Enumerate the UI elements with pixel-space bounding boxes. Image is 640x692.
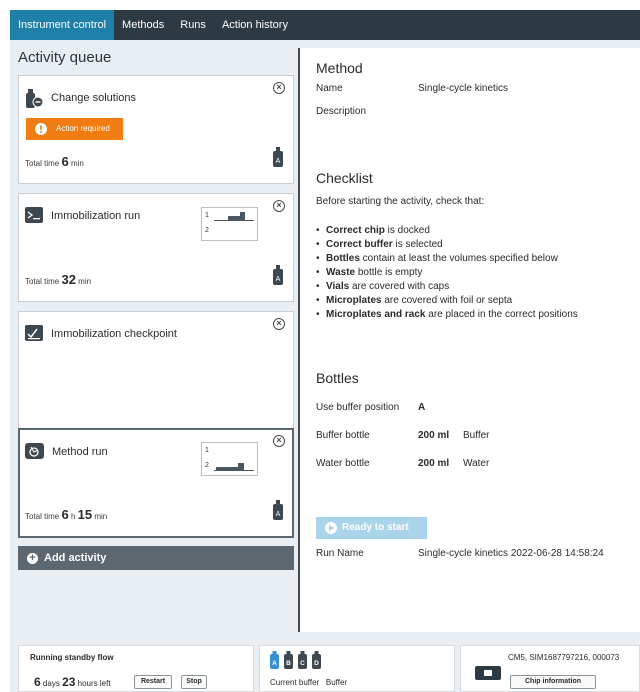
name-value: Single-cycle kinetics [418, 83, 509, 94]
activity-queue-title: Activity queue [18, 49, 112, 66]
immobilization-run-icon [25, 207, 43, 223]
stop-button[interactable]: Stop [181, 675, 207, 689]
run-cycle-graph: 1 2 [201, 207, 258, 241]
top-nav: Instrument control Methods Runs Action h… [10, 10, 640, 40]
svg-text:B: B [286, 660, 291, 667]
svg-text:C: C [300, 660, 305, 667]
activity-card-immobilization-checkpoint[interactable]: Immobilization checkpoint × [18, 311, 294, 429]
run-name-value: Single-cycle kinetics 2022-06-28 14:58:2… [418, 548, 604, 559]
chip-id: CM5, SIM1687797216, 000073 [508, 653, 620, 662]
remaining-time: 6 days 23 hours left [34, 675, 111, 689]
water-bottle-volume: 200 ml [418, 458, 450, 469]
close-icon[interactable]: × [273, 200, 285, 212]
checklist-item: Correct buffer is selected [316, 238, 578, 252]
tab-action-history[interactable]: Action history [214, 10, 296, 40]
total-time: Total time 6 min [25, 154, 84, 169]
card-title: Method run [52, 446, 108, 458]
buffer-b-bottle-icon[interactable]: B [284, 651, 293, 669]
name-label: Name [316, 83, 343, 94]
svg-text:A: A [276, 158, 281, 165]
run-cycle-graph: 1 2 [201, 442, 258, 476]
chip-icon [475, 666, 501, 680]
standby-flow-title: Running standby flow [30, 653, 114, 662]
action-required-label: Action required [56, 124, 110, 133]
warning-icon [35, 123, 47, 135]
buffer-a-bottle-icon[interactable]: A [270, 651, 279, 669]
total-time: Total time 32 min [25, 272, 92, 287]
bottle-icon: A [273, 147, 283, 167]
checklist-item: Waste bottle is empty [316, 266, 578, 280]
description-label: Description [316, 106, 367, 117]
chip-information-button[interactable]: Chip information [510, 675, 596, 689]
buffer-bottle-volume: 200 ml [418, 430, 450, 441]
svg-text:A: A [272, 660, 277, 667]
tab-methods[interactable]: Methods [114, 10, 172, 40]
change-solutions-icon [26, 89, 43, 108]
checklist-item: Bottles contain at least the volumes spe… [316, 252, 578, 266]
activity-card-immobilization-run[interactable]: Immobilization run × 1 2 Total time 32 m… [18, 193, 294, 302]
bottle-icon: A [273, 500, 283, 520]
tab-runs[interactable]: Runs [172, 10, 214, 40]
close-icon[interactable]: × [273, 82, 285, 94]
checklist-item: Microplates and rack are placed in the c… [316, 308, 578, 322]
method-heading: Method [316, 60, 363, 76]
add-activity-label: Add activity [44, 552, 107, 564]
checklist-item: Microplates are covered with foil or sep… [316, 294, 578, 308]
bottles-heading: Bottles [316, 370, 359, 386]
checklist-heading: Checklist [316, 170, 373, 186]
card-title: Immobilization run [51, 210, 141, 222]
close-icon[interactable]: × [273, 435, 285, 447]
plus-circle-icon: + [27, 553, 38, 564]
buffer-d-bottle-icon[interactable]: D [312, 651, 321, 669]
activity-card-method-run[interactable]: Method run × 1 2 Total time 6 h 15 min A [18, 428, 294, 538]
play-circle-icon [325, 522, 337, 534]
add-activity-button[interactable]: + Add activity [18, 546, 294, 570]
checklist-intro: Before starting the activity, check that… [316, 196, 485, 207]
svg-text:A: A [276, 276, 281, 283]
action-required-badge[interactable]: Action required [26, 118, 123, 140]
checklist-item: Correct chip is docked [316, 224, 578, 238]
buffer-c-bottle-icon[interactable]: C [298, 651, 307, 669]
card-title: Immobilization checkpoint [51, 328, 177, 340]
buffer-bottle-name: Buffer [463, 430, 490, 441]
bottle-icon: A [273, 265, 283, 285]
close-icon[interactable]: × [273, 318, 285, 330]
buffer-position-value: A [418, 402, 426, 413]
tab-instrument-control[interactable]: Instrument control [10, 10, 115, 40]
method-run-icon [25, 443, 44, 459]
svg-text:D: D [314, 660, 319, 667]
ready-to-start-button[interactable]: Ready to start [316, 517, 427, 539]
checklist-item: Vials are covered with caps [316, 280, 578, 294]
buffer-bottle-label: Buffer bottle [316, 430, 370, 441]
activity-card-change-solutions[interactable]: Change solutions × Action required Total… [18, 75, 294, 184]
total-time: Total time 6 h 15 min [25, 507, 108, 522]
water-bottle-name: Water [463, 458, 490, 469]
svg-text:A: A [276, 511, 281, 518]
run-name-label: Run Name [316, 548, 364, 559]
buffer-position-label: Use buffer position [316, 402, 400, 413]
restart-button[interactable]: Restart [134, 675, 172, 689]
checkpoint-icon [25, 325, 43, 341]
checklist: Correct chip is docked Correct buffer is… [316, 224, 578, 322]
current-buffer: Current buffer Buffer [270, 678, 348, 687]
activity-details-panel: Method Name Single-cycle kinetics Descri… [300, 48, 640, 632]
water-bottle-label: Water bottle [316, 458, 370, 469]
card-title: Change solutions [51, 92, 137, 104]
ready-to-start-label: Ready to start [342, 522, 409, 533]
